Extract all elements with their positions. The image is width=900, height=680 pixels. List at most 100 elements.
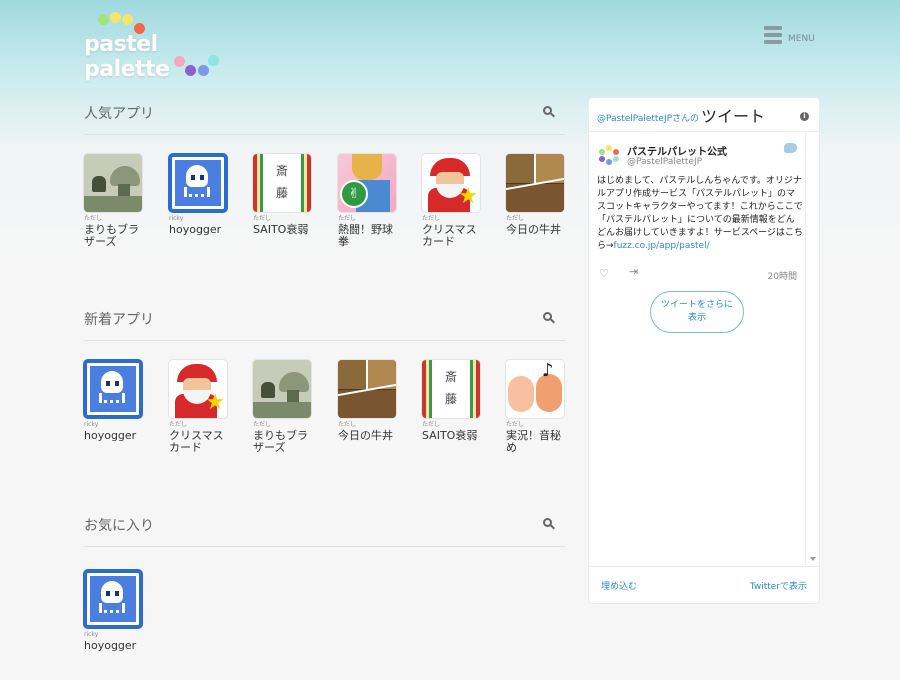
logo-dot xyxy=(185,65,196,76)
embed-link[interactable]: 埋め込む xyxy=(601,579,637,592)
app-card[interactable]: ricky hoyogger xyxy=(84,570,146,652)
app-author: ただし xyxy=(253,215,272,222)
section-title: 人気アプリ xyxy=(84,106,154,122)
twitter-user-link[interactable]: @PastelPaletteJPさんの xyxy=(597,111,699,124)
share-icon[interactable]: ⇥ xyxy=(629,265,638,278)
app-name[interactable]: まりもブラザーズ xyxy=(253,430,311,454)
app-name[interactable]: hoyogger xyxy=(84,640,142,652)
app-card[interactable]: ✌ ただし 熱闘！野球拳 xyxy=(338,154,400,248)
tweet-list: パステルパレット公式 @PastelPaletteJP はじめまして、パステルし… xyxy=(589,133,805,565)
app-thumbnail[interactable]: ✌ xyxy=(338,154,396,212)
twitter-timeline-widget: @PastelPaletteJPさんの ツイート i パステルパレット公式 @P… xyxy=(589,98,819,603)
site-logo[interactable]: pastel palette xyxy=(84,12,244,82)
app-author: ただし xyxy=(506,215,525,222)
tweet-timestamp[interactable]: 20時間 xyxy=(768,269,797,282)
app-thumbnail[interactable]: 斎藤 xyxy=(422,360,480,418)
app-name[interactable]: クリスマスカード xyxy=(169,430,227,454)
app-card[interactable]: ただし 今日の牛丼 xyxy=(506,154,568,236)
avatar[interactable] xyxy=(599,145,619,165)
section-popular-apps: 人気アプリ ただし まりもブラザーズ ricky hoyogger 斎藤 ただし… xyxy=(84,97,565,248)
section-header: 新着アプリ xyxy=(84,303,565,341)
app-name[interactable]: hoyogger xyxy=(169,224,227,236)
tweet-link[interactable]: fuzz.co.jp/app/pastel/ xyxy=(614,241,710,251)
app-card[interactable]: ただし 今日の牛丼 xyxy=(338,360,400,442)
app-card[interactable]: ♪ ただし 実況！音秘め xyxy=(506,360,568,454)
music-note-icon: ♪ xyxy=(542,360,554,381)
logo-dot xyxy=(208,55,219,66)
menu-label: MENU xyxy=(788,34,815,44)
section-header: お気に入り xyxy=(84,509,565,547)
app-thumbnail[interactable]: ★ xyxy=(422,154,480,212)
app-card[interactable]: 斎藤 ただし SAITO衰弱 xyxy=(253,154,315,236)
app-author: ただし xyxy=(253,421,272,428)
twitter-widget-header: @PastelPaletteJPさんの ツイート i xyxy=(589,98,819,132)
app-name[interactable]: SAITO衰弱 xyxy=(253,224,311,236)
view-on-twitter-link[interactable]: Twitterで表示 xyxy=(750,579,807,592)
section-favorites: お気に入り ricky hoyogger xyxy=(84,509,565,652)
twitter-bird-icon[interactable] xyxy=(784,143,797,153)
app-thumbnail[interactable] xyxy=(84,570,142,628)
app-thumbnail[interactable] xyxy=(84,154,142,212)
load-more-tweets-button[interactable]: ツイートをさらに表示 xyxy=(650,291,744,333)
app-name[interactable]: 今日の牛丼 xyxy=(338,430,396,442)
section-title: 新着アプリ xyxy=(84,312,154,328)
app-name[interactable]: SAITO衰弱 xyxy=(422,430,480,442)
app-author: ricky xyxy=(169,215,184,222)
logo-text: pastel palette xyxy=(84,32,170,82)
app-author: ただし xyxy=(506,421,525,428)
section-new-apps: 新着アプリ ricky hoyogger ★ ただし クリスマスカード ただし … xyxy=(84,303,565,454)
logo-dot xyxy=(174,56,185,67)
search-icon[interactable] xyxy=(543,518,555,530)
scrollbar[interactable] xyxy=(805,133,819,565)
tweet-text: はじめまして、パステルしんちゃんです。オリジナルアプリ作成サービス「パステルパレ… xyxy=(597,176,803,251)
app-name[interactable]: 実況！音秘め xyxy=(506,430,564,454)
app-author: ただし xyxy=(422,215,441,222)
app-author: ricky xyxy=(84,421,99,428)
app-author: ただし xyxy=(422,421,441,428)
twitter-widget-footer: 埋め込む Twitterで表示 xyxy=(589,566,819,603)
app-card[interactable]: 斎藤 ただし SAITO衰弱 xyxy=(422,360,484,442)
scroll-down-arrow-icon xyxy=(810,557,816,561)
app-card[interactable]: ただし まりもブラザーズ xyxy=(253,360,315,454)
app-card[interactable]: ricky hoyogger xyxy=(169,154,231,236)
app-name[interactable]: 今日の牛丼 xyxy=(506,224,564,236)
logo-dot xyxy=(198,65,209,76)
app-card[interactable]: ただし まりもブラザーズ xyxy=(84,154,146,248)
app-author: ただし xyxy=(338,215,357,222)
tweet-author-name[interactable]: パステルパレット公式 xyxy=(627,143,727,158)
peace-hand-icon: ✌ xyxy=(340,180,368,208)
section-header: 人気アプリ xyxy=(84,97,565,135)
logo-dot xyxy=(122,14,133,25)
app-thumbnail[interactable] xyxy=(506,154,564,212)
app-thumbnail[interactable] xyxy=(169,154,227,212)
star-icon: ★ xyxy=(205,390,225,415)
info-icon[interactable]: i xyxy=(800,112,809,121)
menu-button[interactable]: MENU xyxy=(764,26,815,44)
star-icon: ★ xyxy=(458,184,478,209)
app-name[interactable]: まりもブラザーズ xyxy=(84,224,142,248)
app-card[interactable]: ★ ただし クリスマスカード xyxy=(169,360,231,454)
app-thumbnail[interactable]: ♪ xyxy=(506,360,564,418)
app-author: ただし xyxy=(338,421,357,428)
app-thumbnail[interactable] xyxy=(338,360,396,418)
search-icon[interactable] xyxy=(543,106,555,118)
app-name[interactable]: 熱闘！野球拳 xyxy=(338,224,396,248)
tweet-author-handle[interactable]: @PastelPaletteJP xyxy=(627,157,702,167)
app-card[interactable]: ricky hoyogger xyxy=(84,360,146,442)
search-icon[interactable] xyxy=(543,312,555,324)
app-card[interactable]: ★ ただし クリスマスカード xyxy=(422,154,484,248)
twitter-widget-title: ツイート xyxy=(701,107,766,126)
app-author: ただし xyxy=(84,215,103,222)
logo-dot xyxy=(110,12,121,23)
app-author: ただし xyxy=(169,421,188,428)
app-thumbnail[interactable]: 斎藤 xyxy=(253,154,311,212)
heart-icon[interactable]: ♡ xyxy=(599,267,609,280)
hamburger-icon xyxy=(764,26,782,44)
app-thumbnail[interactable] xyxy=(84,360,142,418)
app-thumbnail[interactable]: ★ xyxy=(169,360,227,418)
app-thumbnail[interactable] xyxy=(253,360,311,418)
app-name[interactable]: hoyogger xyxy=(84,430,142,442)
app-name[interactable]: クリスマスカード xyxy=(422,224,480,248)
logo-dot xyxy=(98,14,109,25)
section-title: お気に入り xyxy=(84,518,154,534)
